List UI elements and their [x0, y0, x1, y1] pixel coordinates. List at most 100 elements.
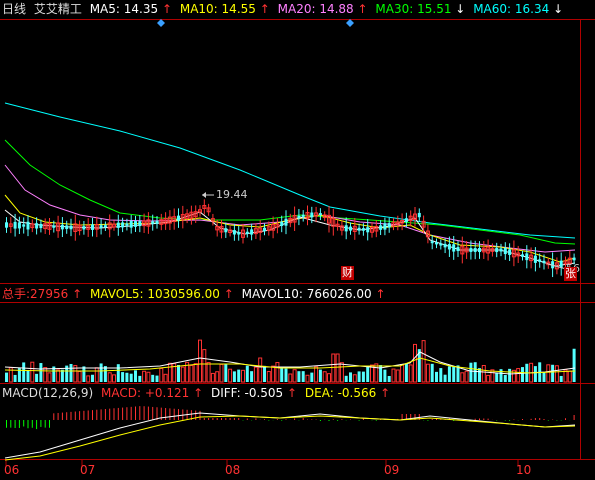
candle-body — [116, 222, 120, 228]
volume-bar — [508, 368, 512, 382]
volume-bar — [464, 370, 469, 383]
volume-bar — [250, 371, 254, 382]
price-limit-marker[interactable]: 张 — [564, 267, 577, 281]
volume-bar — [271, 365, 276, 383]
candle-body — [525, 253, 529, 261]
candle-body — [499, 248, 503, 252]
total-volume-value: 27956 — [30, 287, 69, 301]
header-bar: 日线 艾艾精工 MA5: 14.35 ↑ MA10: 14.55 ↑ MA20:… — [2, 2, 563, 16]
candle-body — [69, 225, 73, 230]
candle-body — [387, 223, 391, 228]
candle-body — [521, 254, 524, 257]
candle-body — [357, 227, 361, 231]
candle-body — [13, 221, 17, 229]
candle-body — [237, 232, 241, 235]
up-arrow-icon: ↑ — [375, 287, 386, 301]
volume-bar — [481, 364, 486, 383]
volume-bar — [292, 369, 297, 383]
volume-bar — [99, 363, 103, 382]
mavol10-line — [4, 357, 576, 374]
ma20-arrow-icon: ↑ — [357, 2, 368, 16]
volume-bar — [533, 366, 537, 382]
ma10-arrow-icon: ↑ — [259, 2, 270, 16]
volume-bar — [116, 364, 120, 382]
candle-body — [125, 223, 129, 226]
volume-bar — [177, 364, 180, 382]
stock-chart[interactable] — [0, 0, 595, 480]
up-arrow-icon: ↑ — [72, 287, 83, 301]
volume-bar — [86, 375, 91, 383]
event-marker-icon[interactable] — [346, 19, 354, 27]
macd-indicator: MACD: +0.121 — [100, 386, 190, 400]
candle-body — [26, 221, 30, 230]
candle-body — [542, 260, 546, 264]
volume-bar — [521, 367, 524, 382]
candle-body — [151, 221, 155, 224]
candle-body — [224, 228, 228, 233]
volume-bar — [210, 372, 215, 383]
volume-bar — [335, 353, 340, 383]
candle-body — [349, 226, 352, 231]
volume-bar — [284, 368, 288, 382]
candle-body — [103, 225, 107, 228]
volume-bar — [344, 375, 348, 382]
candle-body — [65, 225, 69, 230]
candle-body — [35, 223, 39, 229]
volume-bar — [421, 340, 426, 383]
financial-report-marker[interactable]: 财 — [341, 266, 354, 280]
volume-bar — [43, 367, 48, 383]
volume-bar — [551, 364, 555, 382]
volume-bar — [408, 364, 413, 383]
volume-bar — [542, 372, 546, 382]
candle-body — [383, 223, 387, 230]
stock-name: 艾艾精工 — [33, 2, 82, 16]
volume-bar — [26, 370, 30, 382]
macd-lines — [4, 412, 576, 461]
ma30-arrow-icon: ↓ — [455, 2, 466, 16]
volume-bar — [82, 366, 86, 382]
volume-bar — [554, 365, 559, 383]
volume-bar — [202, 349, 207, 383]
volume-bar — [180, 366, 185, 383]
volume-bar — [146, 371, 151, 383]
candle-body — [177, 215, 180, 221]
volume-bar — [35, 373, 39, 382]
candle-body — [245, 231, 249, 234]
period-label[interactable]: 日线 — [2, 2, 26, 16]
volume-bar — [13, 374, 17, 382]
volume-bar — [280, 368, 284, 382]
macd-title: MACD(12,26,9) — [2, 386, 94, 400]
moving-average-lines — [4, 102, 576, 267]
volume-bar — [352, 374, 357, 383]
volume-bar — [107, 372, 112, 383]
volume-bar — [366, 366, 370, 382]
x-axis-label: 07 — [80, 463, 96, 477]
volume-bar — [374, 363, 379, 383]
volume-bar — [559, 375, 563, 382]
event-marker-icon[interactable] — [157, 19, 165, 27]
volume-bar — [460, 372, 465, 383]
candle-body — [134, 221, 137, 227]
candle-body — [39, 223, 43, 229]
volume-bar — [193, 363, 198, 383]
candle-body — [301, 214, 305, 217]
volume-bar — [112, 374, 116, 383]
volume-bar — [142, 370, 147, 383]
volume-bar — [503, 375, 507, 382]
x-axis-label: 08 — [225, 463, 241, 477]
volume-bar — [297, 371, 301, 382]
candle-body — [508, 249, 512, 255]
volume-average-lines — [4, 351, 576, 375]
volume-bar — [572, 348, 576, 382]
volume-bar — [155, 375, 159, 382]
volume-bar — [47, 372, 52, 383]
ma30-indicator: MA30: 15.51 ↓ — [375, 2, 466, 16]
volume-bar — [228, 368, 233, 383]
volume-bar — [189, 364, 194, 383]
volume-bar — [327, 373, 331, 383]
mavol5-indicator: MAVOL5: 1030596.00 — [89, 287, 220, 301]
volume-bar — [383, 369, 387, 382]
volume-bar — [357, 371, 361, 382]
volume-bars — [5, 339, 576, 383]
volume-bar — [266, 371, 271, 383]
